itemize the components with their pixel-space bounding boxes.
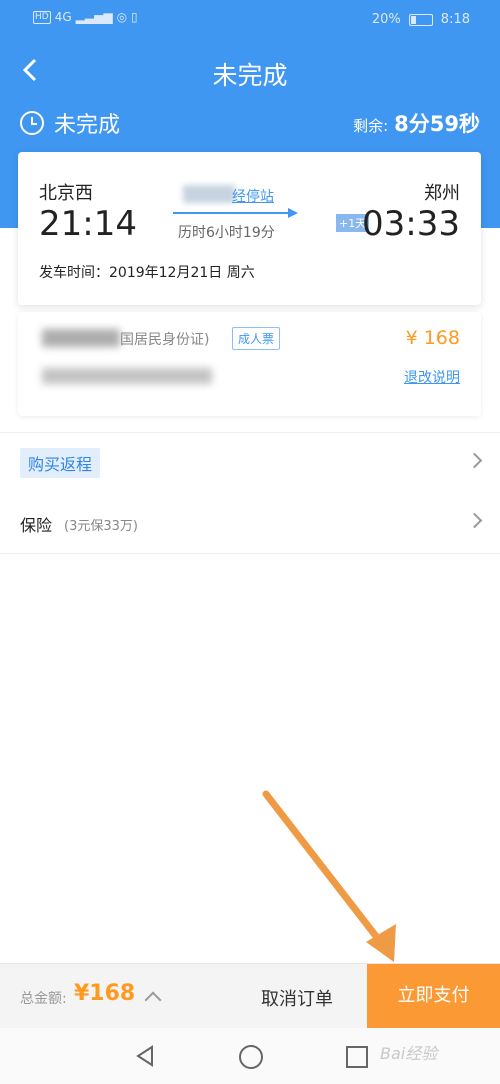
order-status: 未完成: [20, 107, 120, 139]
system-navigation-bar: Bai经验: [0, 1028, 500, 1084]
chevron-up-icon[interactable]: [144, 991, 162, 1009]
wifi-icon: ◎: [116, 10, 128, 24]
insurance-row[interactable]: 保险 (3元保33万): [0, 493, 500, 554]
via-stations-link[interactable]: 经停站: [232, 186, 274, 206]
status-bar-right: 20% 8:18: [372, 12, 470, 27]
nav-recents-icon[interactable]: [346, 1046, 368, 1068]
duration: 历时6小时19分: [178, 225, 275, 241]
total-label: 总金额:: [20, 991, 67, 1007]
from-time: 21:14: [39, 204, 137, 244]
battery-percent: 20%: [371, 12, 401, 27]
ticket-type-badge: 成人票: [232, 327, 281, 350]
watermark: Bai经验: [380, 1044, 438, 1063]
blurred-passenger-name: [42, 329, 120, 347]
annotation-arrow-icon: [262, 790, 396, 962]
hd-badge: HD: [33, 10, 51, 24]
insurance-note: (3元保33万): [64, 519, 138, 534]
from-station: 北京西: [39, 183, 93, 204]
depart-date: 发车时间：2019年12月21日 周六: [39, 265, 255, 281]
network-label: 4G: [54, 10, 72, 24]
passenger-card: 国居民身份证) 成人票 ¥ 168 退改说明: [18, 312, 481, 416]
return-trip-button[interactable]: 购买返程: [20, 448, 101, 478]
ticket-price: ¥ 168: [405, 327, 460, 349]
bottom-action-bar: 总金额: ¥168 取消订单 立即支付: [0, 963, 500, 1028]
route-arrow-icon: [288, 208, 298, 218]
total-value: ¥168: [74, 981, 136, 1006]
battery-icon: [408, 13, 433, 26]
signal-icon: ▂▃▅▆: [75, 10, 113, 24]
return-trip-row[interactable]: 购买返程: [0, 432, 500, 494]
remaining-label: 剩余:: [353, 117, 389, 135]
route-line: [173, 212, 293, 214]
vibrate-icon: ▯: [131, 10, 138, 24]
nav-back-icon[interactable]: [134, 1045, 156, 1067]
chevron-right-icon: [466, 512, 483, 529]
blurred-train-number: [183, 185, 235, 203]
remaining-value: 8分59秒: [394, 112, 480, 136]
nav-home-icon[interactable]: [239, 1045, 263, 1069]
page-title: 未完成: [212, 61, 288, 90]
pay-now-button[interactable]: 立即支付: [367, 964, 500, 1028]
train-card: 北京西 21:14 经停站 历时6小时19分 +1天 郑州 03:33 发车时间…: [18, 152, 481, 305]
passenger-id-type: 国居民身份证): [120, 332, 210, 348]
to-station: 郑州: [424, 183, 460, 204]
insurance-label: 保险: [20, 516, 53, 535]
status-bar-left: HD 4G ▂▃▅▆ ◎ ▯: [33, 10, 138, 24]
blurred-seat-info: [42, 368, 212, 384]
chevron-right-icon: [466, 452, 483, 469]
clock-icon: [20, 111, 44, 135]
to-time: 03:33: [362, 204, 460, 244]
order-status-label: 未完成: [54, 113, 121, 138]
countdown: 剩余: 8分59秒: [353, 108, 480, 138]
cancel-order-button[interactable]: 取消订单: [261, 985, 333, 1011]
clock-time: 8:18: [440, 12, 470, 27]
refund-policy-link[interactable]: 退改说明: [404, 367, 460, 387]
